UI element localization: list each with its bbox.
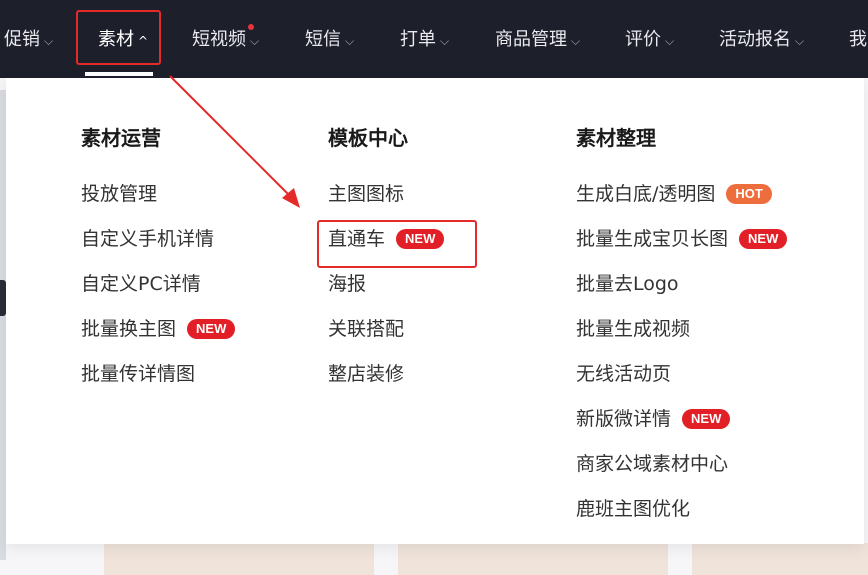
annotation-arrow-icon bbox=[169, 75, 300, 208]
